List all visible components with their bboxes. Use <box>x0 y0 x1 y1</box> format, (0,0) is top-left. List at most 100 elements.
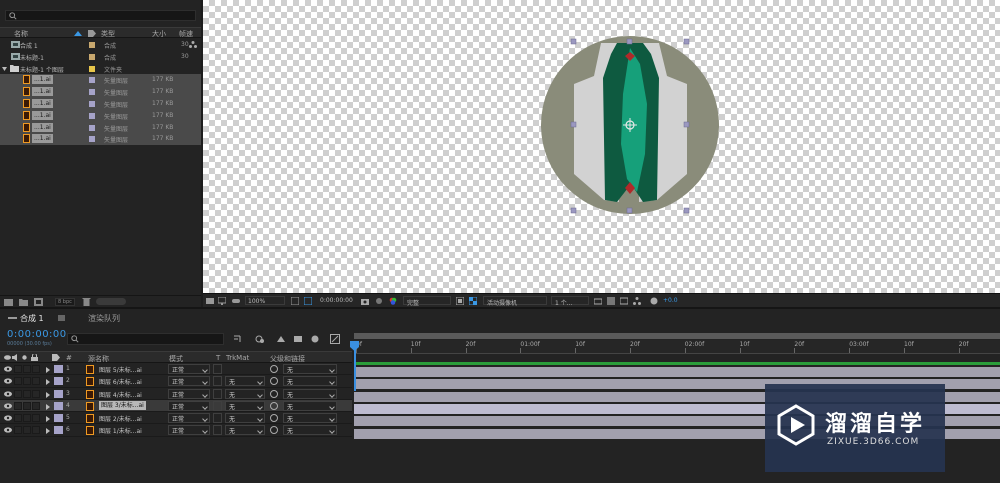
grid-guide-icon[interactable] <box>304 297 312 305</box>
parent-dropdown[interactable]: 无 <box>283 400 337 411</box>
layer-mode-dropdown[interactable]: 正常 <box>168 425 210 436</box>
lock-icon[interactable] <box>31 354 38 361</box>
composition-viewer[interactable] <box>203 0 1000 293</box>
label-color-chip[interactable] <box>89 53 95 60</box>
expand-triangle-icon[interactable] <box>2 65 7 72</box>
project-item[interactable]: ...1.ai 矢量图层 177 KB <box>0 121 201 134</box>
layer-row[interactable]: 6 图层 1/未标...ai 正常 无 无 <box>0 424 352 437</box>
label-color-chip[interactable] <box>89 136 95 143</box>
audio-toggle[interactable] <box>14 401 22 410</box>
column-type[interactable]: 类型 <box>101 29 115 39</box>
visibility-eye-icon[interactable] <box>4 390 12 397</box>
layer-duration-bar[interactable] <box>354 367 1000 377</box>
preserve-transparency-toggle[interactable] <box>213 413 222 424</box>
trkmat-dropdown[interactable]: 无 <box>225 376 265 387</box>
column-size[interactable]: 大小 <box>152 29 166 39</box>
zoom-dropdown[interactable]: 100% <box>245 296 285 305</box>
timeline-icon[interactable] <box>620 297 628 305</box>
new-composition-icon[interactable] <box>34 298 43 306</box>
label-tag-icon[interactable] <box>52 354 60 361</box>
expand-layer-triangle-icon[interactable] <box>46 391 50 398</box>
audio-toggle[interactable] <box>14 365 22 373</box>
layer-name[interactable]: 图层 5/未标...ai <box>99 365 142 374</box>
flowchart-icon[interactable] <box>633 297 641 305</box>
project-item[interactable]: 未标题-1 合成 30 <box>0 51 201 63</box>
project-search-input[interactable] <box>5 10 196 21</box>
work-area-bar[interactable] <box>354 362 1000 365</box>
bpc-toggle[interactable]: 8 bpc <box>55 298 75 306</box>
toggle-pixel-aspect-icon[interactable] <box>594 297 602 305</box>
audio-icon[interactable] <box>12 354 19 361</box>
lock-toggle[interactable] <box>32 401 40 410</box>
solo-toggle[interactable] <box>23 426 31 435</box>
timeline-search-input[interactable] <box>67 333 224 345</box>
label-color-chip[interactable] <box>89 89 95 96</box>
layer-name[interactable]: 图层 2/未标...ai <box>99 414 142 423</box>
trkmat-dropdown[interactable]: 无 <box>225 425 265 436</box>
label-color-chip[interactable] <box>89 100 95 107</box>
layer-mode-dropdown[interactable]: 正常 <box>168 388 210 399</box>
lock-toggle[interactable] <box>32 426 40 435</box>
color-channel-icon[interactable] <box>389 297 397 305</box>
layer-mode-dropdown[interactable]: 正常 <box>168 413 210 424</box>
layer-row[interactable]: 3 图层 4/未标...ai 正常 无 无 <box>0 388 352 400</box>
layer-label-color[interactable] <box>54 401 63 410</box>
parent-dropdown[interactable]: 无 <box>283 425 337 436</box>
draft-3d-icon[interactable] <box>255 334 265 344</box>
audio-toggle[interactable] <box>14 414 22 423</box>
shy-layers-icon[interactable] <box>276 334 286 344</box>
layer-name[interactable]: 图层 4/未标...ai <box>99 390 142 399</box>
parent-pick-whip-icon[interactable] <box>270 401 278 410</box>
preserve-transparency-toggle[interactable] <box>213 376 222 387</box>
label-color-chip[interactable] <box>89 42 95 48</box>
time-ruler[interactable]: 0f10f20f01:00f10f20f02:00f10f20f03:00f10… <box>354 340 1000 354</box>
transparency-grid-icon[interactable] <box>469 297 477 305</box>
trkmat-dropdown[interactable]: 无 <box>225 400 265 411</box>
layer-label-color[interactable] <box>54 414 63 423</box>
interpret-footage-icon[interactable] <box>4 298 13 306</box>
tab-render-queue[interactable]: 渲染队列 <box>88 313 120 324</box>
current-time-display[interactable]: 0:00:00:00 <box>7 329 67 340</box>
video-eye-icon[interactable] <box>4 355 11 360</box>
audio-toggle[interactable] <box>14 377 22 386</box>
audio-toggle[interactable] <box>14 426 22 435</box>
lock-toggle[interactable] <box>32 389 40 398</box>
expand-layer-triangle-icon[interactable] <box>46 367 50 373</box>
snapshot-camera-icon[interactable] <box>361 297 369 305</box>
parent-dropdown[interactable]: 无 <box>283 364 337 374</box>
expand-layer-triangle-icon[interactable] <box>46 379 50 386</box>
visibility-eye-icon[interactable] <box>4 427 12 434</box>
parent-dropdown[interactable]: 无 <box>283 413 337 424</box>
layer-mode-dropdown[interactable]: 正常 <box>168 400 210 411</box>
graph-editor-icon[interactable] <box>330 334 340 344</box>
project-item[interactable]: 未标题-1 个图层 文件夹 <box>0 63 201 75</box>
tab-comp-1[interactable]: 合成 1 <box>20 313 44 324</box>
label-color-chip[interactable] <box>89 112 95 119</box>
lock-toggle[interactable] <box>32 414 40 423</box>
lock-toggle[interactable] <box>32 365 40 373</box>
expand-layer-triangle-icon[interactable] <box>46 403 50 410</box>
project-item[interactable]: ...1.ai 矢量图层 177 KB <box>0 109 201 122</box>
show-snapshot-icon[interactable] <box>375 297 383 305</box>
views-dropdown[interactable]: 1 个... <box>551 296 589 307</box>
layer-mode-dropdown[interactable]: 正常 <box>168 376 210 387</box>
trash-icon[interactable] <box>82 298 91 306</box>
preserve-transparency-toggle[interactable] <box>213 400 222 411</box>
layer-name[interactable]: 图层 1/未标...ai <box>99 426 142 435</box>
lock-toggle[interactable] <box>32 377 40 386</box>
trkmat-dropdown[interactable]: 无 <box>225 388 265 399</box>
label-color-chip[interactable] <box>89 77 95 84</box>
label-color-chip[interactable] <box>89 124 95 131</box>
audio-toggle[interactable] <box>14 389 22 398</box>
layer-label-color[interactable] <box>54 377 63 386</box>
parent-pick-whip-icon[interactable] <box>270 414 278 423</box>
solo-toggle[interactable] <box>23 401 31 410</box>
layer-label-color[interactable] <box>54 389 63 398</box>
layer-label-color[interactable] <box>54 365 63 373</box>
trkmat-dropdown[interactable]: 无 <box>225 413 265 424</box>
project-item[interactable]: ...1.ai 矢量图层 177 KB <box>0 74 201 87</box>
parent-dropdown[interactable]: 无 <box>283 376 337 387</box>
parent-pick-whip-icon[interactable] <box>270 377 278 386</box>
parent-dropdown[interactable]: 无 <box>283 388 337 399</box>
parent-pick-whip-icon[interactable] <box>270 426 278 435</box>
